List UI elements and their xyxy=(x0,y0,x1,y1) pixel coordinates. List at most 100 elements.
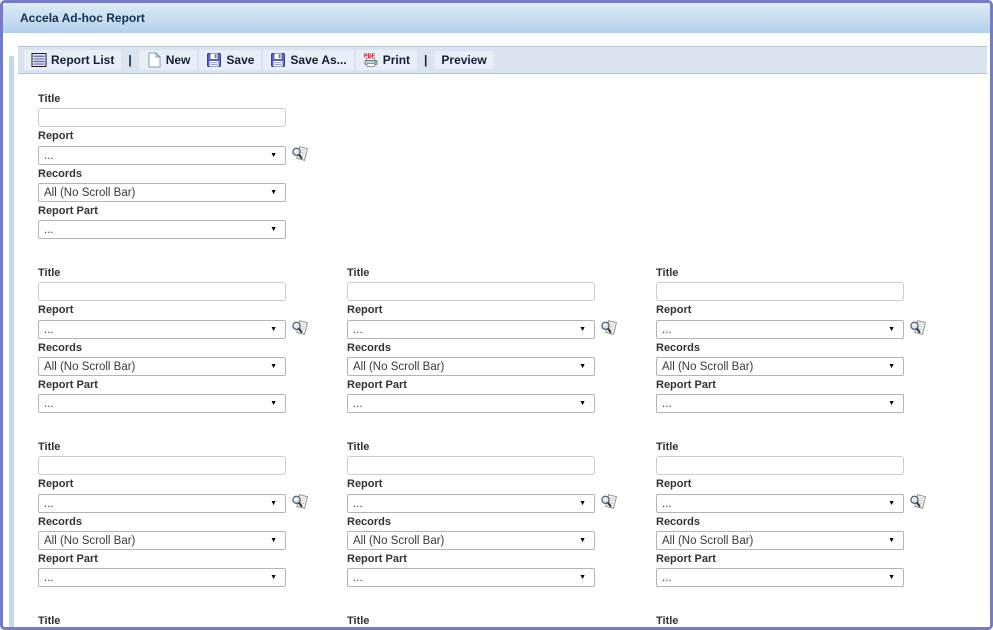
report-part-select[interactable]: ... ▼ xyxy=(347,568,595,587)
chevron-down-icon: ▼ xyxy=(270,363,277,370)
report-part-label: Report Part xyxy=(347,379,656,392)
print-pdf-icon: PDF xyxy=(363,52,379,68)
report-part-select[interactable]: ... ▼ xyxy=(38,394,286,413)
report-part-select-value: ... xyxy=(353,398,363,410)
chevron-down-icon: ▼ xyxy=(888,537,895,544)
report-select[interactable]: ... ▼ xyxy=(347,320,595,339)
report-panel: Title Report ... ▼ Records All (No Scrol… xyxy=(656,267,965,416)
main-area: Report List | New Save xyxy=(18,46,987,630)
report-select[interactable]: ... ▼ xyxy=(656,320,904,339)
report-label: Report xyxy=(347,304,656,317)
print-button[interactable]: PDF Print xyxy=(356,50,417,70)
toolbar-separator: | xyxy=(123,53,136,67)
save-button[interactable]: Save xyxy=(199,50,261,70)
report-part-label: Report Part xyxy=(38,205,347,218)
title-input[interactable] xyxy=(38,456,286,475)
toolbar: Report List | New Save xyxy=(18,46,987,74)
records-select-value: All (No Scroll Bar) xyxy=(44,535,135,547)
chevron-down-icon: ▼ xyxy=(579,400,586,407)
title-label: Title xyxy=(347,267,656,280)
title-label: Title xyxy=(347,441,656,454)
records-label: Records xyxy=(656,342,965,355)
report-select[interactable]: ... ▼ xyxy=(38,146,286,165)
report-part-select-value: ... xyxy=(353,572,363,584)
title-label: Title xyxy=(656,615,965,627)
report-select[interactable]: ... ▼ xyxy=(656,494,904,513)
new-label: New xyxy=(166,53,191,67)
save-as-button[interactable]: Save As... xyxy=(263,50,353,70)
report-select-value: ... xyxy=(44,498,54,510)
report-part-select-value: ... xyxy=(662,398,672,410)
chevron-down-icon: ▼ xyxy=(888,400,895,407)
report-lookup-icon[interactable] xyxy=(907,493,927,513)
records-select[interactable]: All (No Scroll Bar) ▼ xyxy=(347,357,595,376)
new-button[interactable]: New xyxy=(139,50,198,70)
preview-button[interactable]: Preview xyxy=(434,51,493,69)
records-select-value: All (No Scroll Bar) xyxy=(353,361,444,373)
report-lookup-icon[interactable] xyxy=(289,319,309,339)
report-panel: Title Report ... ▼ Records All (No Scrol… xyxy=(38,93,347,242)
title-label: Title xyxy=(347,615,656,627)
report-part-label: Report Part xyxy=(656,553,965,566)
title-input[interactable] xyxy=(38,108,286,127)
report-lookup-icon[interactable] xyxy=(907,319,927,339)
report-list-icon xyxy=(31,52,47,68)
report-select[interactable]: ... ▼ xyxy=(38,320,286,339)
report-lookup-icon[interactable] xyxy=(598,319,618,339)
panel-row: Title Report ... ▼ Records All (No Scrol… xyxy=(38,441,987,590)
report-select[interactable]: ... ▼ xyxy=(347,494,595,513)
title-input[interactable] xyxy=(347,282,595,301)
report-label: Report xyxy=(656,304,965,317)
report-panel: Title Report ... ▼ Records All (No Scrol… xyxy=(347,615,656,627)
panel-grid: Title Report ... ▼ Records All (No Scrol… xyxy=(38,93,987,627)
title-input[interactable] xyxy=(38,282,286,301)
report-select-value: ... xyxy=(662,498,672,510)
report-part-select[interactable]: ... ▼ xyxy=(38,568,286,587)
title-label: Title xyxy=(656,441,965,454)
report-lookup-icon[interactable] xyxy=(289,145,309,165)
report-part-select-value: ... xyxy=(44,224,54,236)
report-select[interactable]: ... ▼ xyxy=(38,494,286,513)
report-part-label: Report Part xyxy=(38,553,347,566)
records-select-value: All (No Scroll Bar) xyxy=(44,361,135,373)
window-titlebar: Accela Ad-hoc Report xyxy=(3,3,990,33)
records-select[interactable]: All (No Scroll Bar) ▼ xyxy=(38,357,286,376)
records-select[interactable]: All (No Scroll Bar) ▼ xyxy=(347,531,595,550)
report-panel: Title Report ... ▼ Records All (No Scrol… xyxy=(656,441,965,590)
new-document-icon xyxy=(146,52,162,68)
title-label: Title xyxy=(38,615,347,627)
records-select[interactable]: All (No Scroll Bar) ▼ xyxy=(656,531,904,550)
records-select-value: All (No Scroll Bar) xyxy=(353,535,444,547)
report-label: Report xyxy=(656,478,965,491)
chevron-down-icon: ▼ xyxy=(270,152,277,159)
title-input[interactable] xyxy=(347,456,595,475)
chevron-down-icon: ▼ xyxy=(888,574,895,581)
chevron-down-icon: ▼ xyxy=(579,326,586,333)
report-select-value: ... xyxy=(353,498,363,510)
chevron-down-icon: ▼ xyxy=(270,226,277,233)
chevron-down-icon: ▼ xyxy=(579,500,586,507)
report-part-select[interactable]: ... ▼ xyxy=(656,568,904,587)
title-input[interactable] xyxy=(656,282,904,301)
chevron-down-icon: ▼ xyxy=(888,363,895,370)
page-title: Accela Ad-hoc Report xyxy=(20,11,145,25)
report-list-button[interactable]: Report List xyxy=(24,50,121,70)
report-lookup-icon[interactable] xyxy=(289,493,309,513)
panel-row: Title Report ... ▼ Records All (No Scrol… xyxy=(38,267,987,416)
report-part-select[interactable]: ... ▼ xyxy=(656,394,904,413)
records-select[interactable]: All (No Scroll Bar) ▼ xyxy=(38,531,286,550)
records-select[interactable]: All (No Scroll Bar) ▼ xyxy=(656,357,904,376)
save-as-floppy-icon xyxy=(270,52,286,68)
report-lookup-icon[interactable] xyxy=(598,493,618,513)
chevron-down-icon: ▼ xyxy=(888,500,895,507)
chevron-down-icon: ▼ xyxy=(888,326,895,333)
report-part-select[interactable]: ... ▼ xyxy=(347,394,595,413)
report-select-value: ... xyxy=(44,324,54,336)
records-select[interactable]: All (No Scroll Bar) ▼ xyxy=(38,183,286,202)
title-input[interactable] xyxy=(656,456,904,475)
records-label: Records xyxy=(347,342,656,355)
records-label: Records xyxy=(38,342,347,355)
chevron-down-icon: ▼ xyxy=(579,537,586,544)
report-part-select[interactable]: ... ▼ xyxy=(38,220,286,239)
report-list-label: Report List xyxy=(51,53,114,67)
